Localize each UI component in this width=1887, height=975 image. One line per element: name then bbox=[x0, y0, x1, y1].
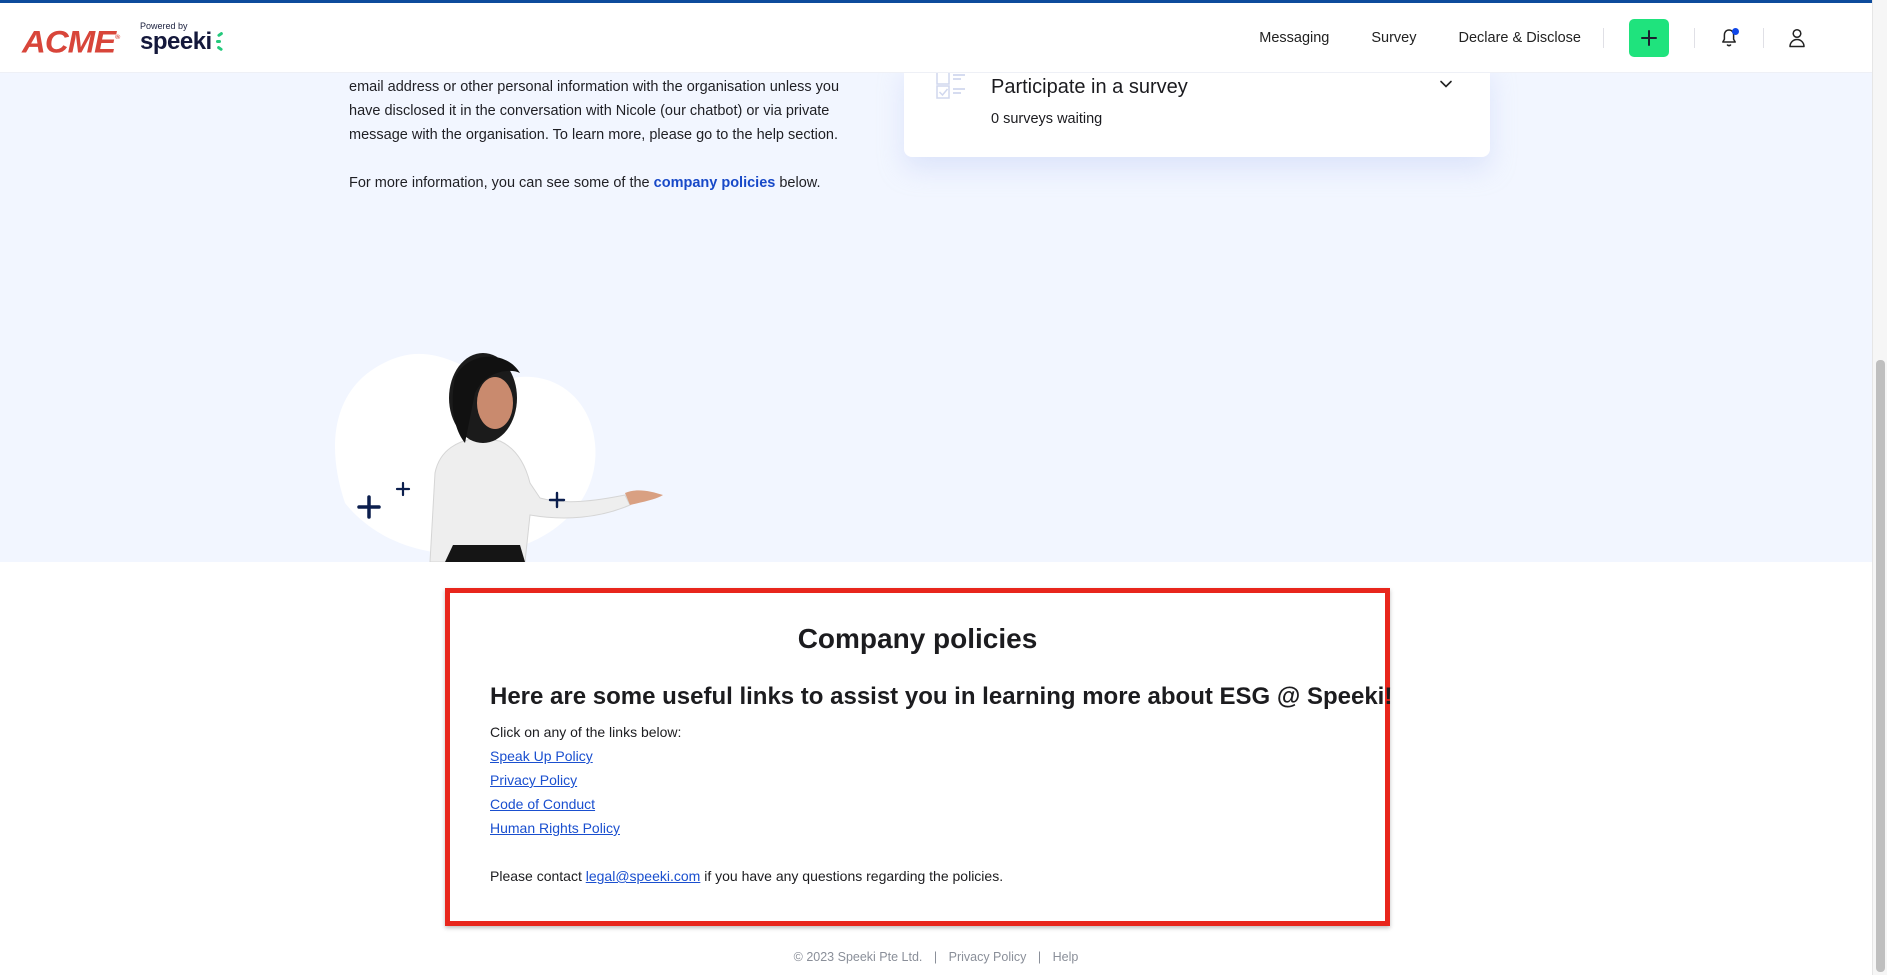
intro-text: email address or other personal informat… bbox=[349, 75, 844, 195]
acme-logo-text: ACME bbox=[22, 23, 116, 60]
registered-mark: ® bbox=[115, 34, 120, 42]
speeki-logo: speeki bbox=[140, 28, 226, 55]
footer-separator: | bbox=[933, 950, 938, 964]
chevron-down-icon[interactable] bbox=[1439, 79, 1453, 89]
nav-divider bbox=[1763, 28, 1764, 48]
code-of-conduct-link[interactable]: Code of Conduct bbox=[490, 792, 1003, 816]
footer-help-link[interactable]: Help bbox=[1053, 950, 1079, 964]
plus-icon bbox=[1641, 30, 1657, 46]
intro-text-after: below. bbox=[775, 175, 821, 191]
survey-card-title: Participate in a survey bbox=[991, 76, 1188, 98]
policies-body: Click on any of the links below: Speak U… bbox=[490, 720, 1003, 888]
nav-declare-disclose[interactable]: Declare & Disclose bbox=[1459, 30, 1582, 46]
powered-by-speeki: Powered by speeki bbox=[140, 21, 226, 54]
nav-divider bbox=[1694, 28, 1695, 48]
policies-contact: Please contact legal@speeki.com if you h… bbox=[490, 864, 1003, 888]
privacy-policy-link[interactable]: Privacy Policy bbox=[490, 768, 1003, 792]
survey-checklist-icon bbox=[936, 71, 965, 99]
legal-email-link[interactable]: legal@speeki.com bbox=[586, 868, 701, 884]
footer-separator: | bbox=[1037, 950, 1042, 964]
notification-badge bbox=[1732, 28, 1739, 35]
nav-survey[interactable]: Survey bbox=[1371, 30, 1416, 46]
human-rights-policy-link[interactable]: Human Rights Policy bbox=[490, 816, 1003, 840]
acme-logo[interactable]: ACME® bbox=[22, 23, 120, 60]
policies-instruction: Click on any of the links below: bbox=[490, 724, 682, 740]
hero-section: email address or other personal informat… bbox=[0, 63, 1872, 562]
nicole-chatbot-illustration bbox=[335, 353, 663, 562]
page-footer: © 2023 Speeki Pte Ltd. | Privacy Policy … bbox=[0, 950, 1872, 964]
create-button[interactable] bbox=[1629, 19, 1669, 57]
survey-card[interactable]: Participate in a survey 0 surveys waitin… bbox=[904, 63, 1490, 157]
intro-text-before: For more information, you can see some o… bbox=[349, 175, 654, 191]
footer-privacy-policy-link[interactable]: Privacy Policy bbox=[949, 950, 1027, 964]
main-nav: Messaging Survey Declare & Disclose bbox=[1259, 3, 1872, 73]
user-icon bbox=[1789, 28, 1805, 48]
policies-subtitle: Here are some useful links to assist you… bbox=[490, 683, 1393, 710]
intro-paragraph: email address or other personal informat… bbox=[349, 79, 840, 143]
profile-button[interactable] bbox=[1788, 28, 1806, 48]
speak-up-policy-link[interactable]: Speak Up Policy bbox=[490, 744, 1003, 768]
company-policies-section: Company policies Here are some useful li… bbox=[445, 588, 1393, 926]
intro-policies-paragraph: For more information, you can see some o… bbox=[349, 171, 844, 195]
nav-messaging[interactable]: Messaging bbox=[1259, 30, 1329, 46]
footer-copyright: © 2023 Speeki Pte Ltd. bbox=[793, 950, 923, 964]
contact-text-before: Please contact bbox=[490, 868, 586, 884]
policies-title: Company policies bbox=[797, 623, 1038, 654]
speeki-logo-text: speeki bbox=[140, 28, 212, 55]
contact-text-after: if you have any questions regarding the … bbox=[700, 868, 1004, 884]
app-header: ACME® Powered by speeki Messaging Survey… bbox=[0, 3, 1872, 73]
speeki-logo-mark-icon bbox=[214, 31, 226, 51]
scrollbar-thumb[interactable] bbox=[1876, 360, 1885, 972]
survey-count: 0 surveys waiting bbox=[991, 111, 1103, 127]
nav-divider bbox=[1603, 28, 1604, 48]
company-policies-link[interactable]: company policies bbox=[654, 175, 776, 191]
page-scrollbar[interactable] bbox=[1872, 0, 1887, 975]
notifications-button[interactable] bbox=[1721, 28, 1739, 48]
